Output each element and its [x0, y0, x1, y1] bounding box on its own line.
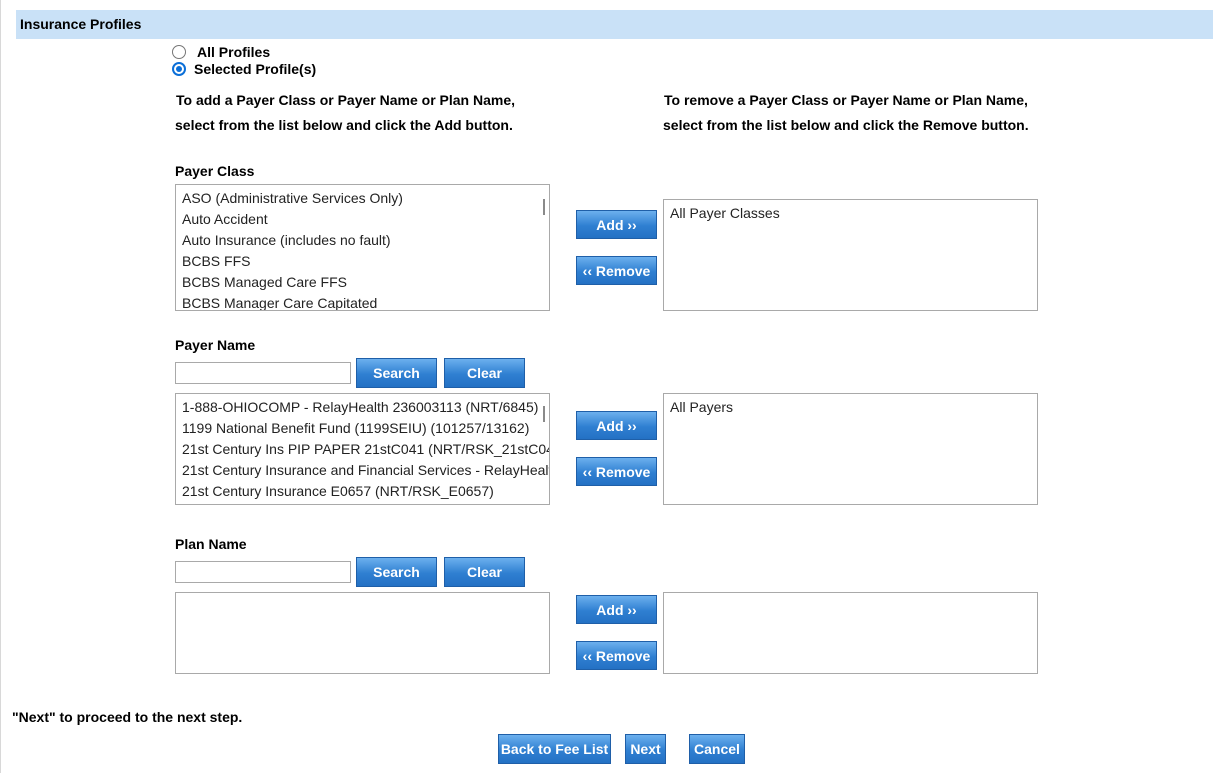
radio-all-profiles-label: All Profiles — [197, 44, 271, 60]
section-header: Insurance Profiles — [16, 10, 1213, 39]
payer-name-search-input[interactable] — [175, 362, 351, 384]
list-item[interactable]: ASO (Administrative Services Only) — [182, 189, 549, 210]
plan-name-search-input[interactable] — [175, 561, 351, 583]
payer-name-scrollbar[interactable] — [543, 406, 545, 422]
list-item[interactable]: 21st Century Insurance E0657 (NRT/RSK_E0… — [182, 482, 549, 503]
radio-selected-profiles-label: Selected Profile(s) — [194, 61, 317, 77]
payer-name-clear-button[interactable]: Clear — [444, 358, 525, 388]
list-item[interactable]: 1-888-OHIOCOMP - RelayHealth 236003113 (… — [182, 398, 549, 419]
radio-selected-profiles[interactable]: Selected Profile(s) — [172, 61, 316, 77]
payer-name-selected-list[interactable]: All Payers — [663, 393, 1038, 505]
radio-all-profiles[interactable]: All Profiles — [172, 44, 270, 60]
radio-all-profiles-circle[interactable] — [172, 45, 186, 59]
next-button[interactable]: Next — [625, 734, 666, 764]
payer-name-add-button[interactable]: Add ›› — [576, 411, 657, 440]
add-instructions-line2: select from the list below and click the… — [175, 117, 513, 133]
remove-instructions-line1: To remove a Payer Class or Payer Name or… — [664, 92, 1028, 108]
payer-class-add-button[interactable]: Add ›› — [576, 210, 657, 239]
remove-instructions: To remove a Payer Class or Payer Name or… — [663, 88, 1029, 138]
plan-name-search-button[interactable]: Search — [356, 557, 437, 587]
payer-name-remove-button[interactable]: ‹‹ Remove — [576, 457, 657, 486]
payer-class-scrollbar[interactable] — [543, 199, 545, 215]
back-to-fee-list-button[interactable]: Back to Fee List — [498, 734, 611, 764]
plan-name-label: Plan Name — [175, 536, 247, 552]
radio-selected-profiles-circle[interactable] — [172, 62, 186, 76]
list-item[interactable]: 21st Century Insurance and Financial Ser… — [182, 461, 549, 482]
payer-name-label: Payer Name — [175, 337, 256, 353]
payer-class-selected-list[interactable]: All Payer Classes — [663, 199, 1038, 311]
plan-name-add-button[interactable]: Add ›› — [576, 595, 657, 624]
payer-class-remove-button[interactable]: ‹‹ Remove — [576, 256, 657, 285]
plan-name-remove-button[interactable]: ‹‹ Remove — [576, 641, 657, 670]
list-item[interactable]: Auto Accident — [182, 210, 549, 231]
payer-name-available-list[interactable]: 1-888-OHIOCOMP - RelayHealth 236003113 (… — [175, 393, 550, 505]
add-instructions: To add a Payer Class or Payer Name or Pl… — [175, 88, 516, 138]
list-item[interactable]: BCBS Manager Care Capitated — [182, 294, 549, 310]
cancel-button[interactable]: Cancel — [689, 734, 745, 764]
payer-name-search-button[interactable]: Search — [356, 358, 437, 388]
list-item[interactable]: All Payers — [670, 398, 1037, 419]
payer-class-available-list[interactable]: ASO (Administrative Services Only) Auto … — [175, 184, 550, 311]
list-item[interactable]: All Payer Classes — [670, 204, 1037, 225]
list-item[interactable]: BCBS FFS — [182, 252, 549, 273]
list-item[interactable]: BCBS Managed Care FFS — [182, 273, 549, 294]
list-item[interactable]: 21st Century Ins PIP PAPER 21stC041 (NRT… — [182, 440, 549, 461]
remove-instructions-line2: select from the list below and click the… — [663, 117, 1029, 133]
list-item[interactable]: Auto Insurance (includes no fault) — [182, 231, 549, 252]
list-item[interactable]: 1199 National Benefit Fund (1199SEIU) (1… — [182, 419, 549, 440]
footer-note: "Next" to proceed to the next step. — [12, 709, 243, 725]
add-instructions-line1: To add a Payer Class or Payer Name or Pl… — [176, 92, 516, 108]
plan-name-available-list[interactable] — [175, 592, 550, 674]
payer-class-label: Payer Class — [175, 163, 255, 179]
section-title: Insurance Profiles — [20, 16, 142, 32]
plan-name-clear-button[interactable]: Clear — [444, 557, 525, 587]
page-left-border — [0, 0, 1, 773]
plan-name-selected-list[interactable] — [663, 592, 1038, 674]
